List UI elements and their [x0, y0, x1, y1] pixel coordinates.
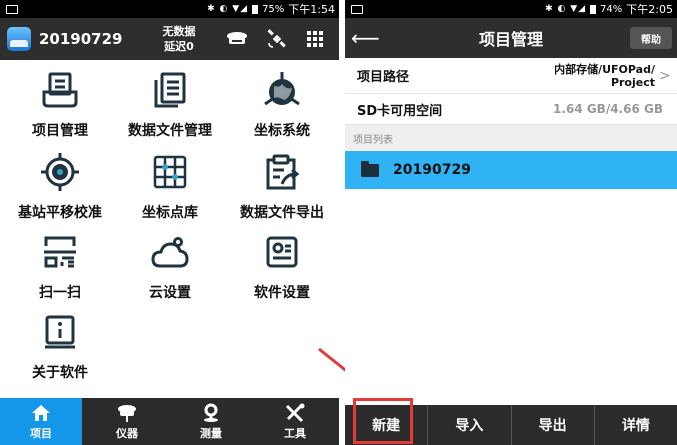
project-manage-icon	[40, 70, 80, 110]
menu-label: 基站平移校准	[18, 205, 102, 221]
menu-point-library[interactable]: 坐标点库	[110, 152, 230, 222]
menu-label: 数据文件管理	[128, 123, 212, 139]
page-title: 项目管理	[478, 30, 543, 49]
coordinate-system-icon	[262, 70, 302, 110]
software-settings-icon	[262, 232, 302, 272]
nav-instrument[interactable]: 仪器	[86, 398, 168, 445]
nav-project[interactable]: 项目	[0, 398, 82, 445]
project-list-header: 项目列表	[345, 125, 677, 151]
import-button[interactable]: 导入	[428, 405, 512, 445]
right-screen: ✱ ◐ ▼◢ 74% 下午2:05 ⟵ 项目管理 帮助 项目路径 内部存储/UF…	[345, 0, 677, 445]
notification-icon	[351, 4, 363, 14]
menu-project-manage[interactable]: 项目管理	[0, 70, 120, 140]
export-button[interactable]: 导出	[512, 405, 595, 445]
menu-cloud-settings[interactable]: 云设置	[110, 232, 230, 302]
nav-label: 测量	[200, 427, 222, 440]
point-library-icon	[150, 152, 190, 192]
battery-icon	[252, 4, 259, 14]
menu-data-file-manage[interactable]: 数据文件管理	[110, 70, 230, 140]
current-project-name: 20190729	[39, 30, 123, 48]
base-station-calibrate-icon	[40, 152, 80, 192]
project-path-line2: Project	[610, 75, 655, 89]
help-button[interactable]: 帮助	[630, 27, 672, 49]
new-button-highlight	[353, 398, 413, 444]
data-status-line2: 延迟0	[164, 40, 194, 53]
receiver-icon[interactable]	[224, 28, 250, 50]
chevron-right-icon: >	[659, 67, 671, 84]
folder-icon	[361, 160, 379, 177]
signal-icons: ✱ ◐ ▼◢	[207, 4, 249, 14]
battery-icon	[590, 4, 597, 14]
battery-level: 74%	[600, 3, 623, 15]
tools-icon	[285, 403, 305, 423]
grid-menu-icon[interactable]	[302, 28, 328, 50]
nav-label: 工具	[284, 427, 306, 440]
menu-label: 坐标系统	[254, 123, 310, 139]
status-bar: ✱ ◐ ▼◢ 75% 下午1:54	[0, 0, 339, 18]
menu-label: 云设置	[149, 285, 191, 301]
nav-measure[interactable]: 测量	[170, 398, 252, 445]
home-icon	[32, 405, 50, 421]
menu-label: 软件设置	[254, 285, 310, 301]
menu-data-export[interactable]: 数据文件导出	[222, 152, 339, 222]
menu-coordinate-system[interactable]: 坐标系统	[222, 70, 339, 140]
project-path-label: 项目路径	[357, 70, 410, 85]
notification-icon	[6, 4, 18, 14]
data-file-manage-icon	[150, 70, 190, 110]
sd-space-value: 1.64 GB/4.66 GB	[553, 101, 663, 116]
nav-label: 仪器	[116, 427, 138, 440]
measure-icon	[204, 403, 218, 422]
project-item-name: 20190729	[393, 162, 471, 178]
main-header: 20190729 无数据 延迟0	[0, 18, 339, 60]
signal-icons: ✱ ◐ ▼◢	[545, 4, 587, 14]
menu-software-settings[interactable]: 软件设置	[222, 232, 339, 302]
project-list-item[interactable]: 20190729	[345, 151, 677, 189]
menu-scan[interactable]: 扫一扫	[0, 232, 120, 302]
battery-level: 75%	[262, 3, 285, 15]
data-status-line1: 无数据	[162, 25, 196, 38]
app-logo-icon	[7, 27, 31, 51]
sd-space-row: SD卡可用空间 1.64 GB/4.66 GB	[345, 94, 677, 125]
instrument-icon	[118, 405, 136, 422]
menu-label: 数据文件导出	[240, 205, 324, 221]
status-bar: ✱ ◐ ▼◢ 74% 下午2:05	[345, 0, 677, 18]
project-path-row[interactable]: 项目路径 内部存储/UFOPad/ Project >	[345, 58, 677, 94]
satellite-icon[interactable]	[264, 28, 290, 50]
menu-about[interactable]: 关于软件	[0, 312, 120, 382]
menu-label: 扫一扫	[39, 285, 81, 301]
clock: 下午2:05	[626, 3, 673, 16]
menu-base-station-calibrate[interactable]: 基站平移校准	[0, 152, 120, 222]
sd-space-label: SD卡可用空间	[357, 103, 443, 119]
project-path-value: 内部存储/UFOPad/ Project	[554, 63, 655, 89]
nav-tools[interactable]: 工具	[254, 398, 336, 445]
scan-icon	[40, 232, 80, 272]
menu-label: 项目管理	[32, 123, 88, 139]
clock: 下午1:54	[288, 3, 335, 16]
nav-label: 项目	[30, 427, 52, 440]
data-export-icon	[262, 152, 302, 192]
cloud-settings-icon	[150, 232, 190, 272]
project-path-line1: 内部存储/UFOPad/	[554, 62, 655, 76]
bottom-nav: 项目 仪器 测量 工具	[0, 398, 339, 445]
about-icon	[40, 312, 80, 352]
menu-label: 关于软件	[32, 365, 88, 381]
details-button[interactable]: 详情	[595, 405, 677, 445]
data-status: 无数据 延迟0	[163, 24, 196, 54]
menu-label: 坐标点库	[142, 205, 198, 221]
project-manage-header: ⟵ 项目管理 帮助	[345, 18, 677, 58]
left-screen: ✱ ◐ ▼◢ 75% 下午1:54 20190729 无数据 延迟0 项目管理 …	[0, 0, 339, 445]
